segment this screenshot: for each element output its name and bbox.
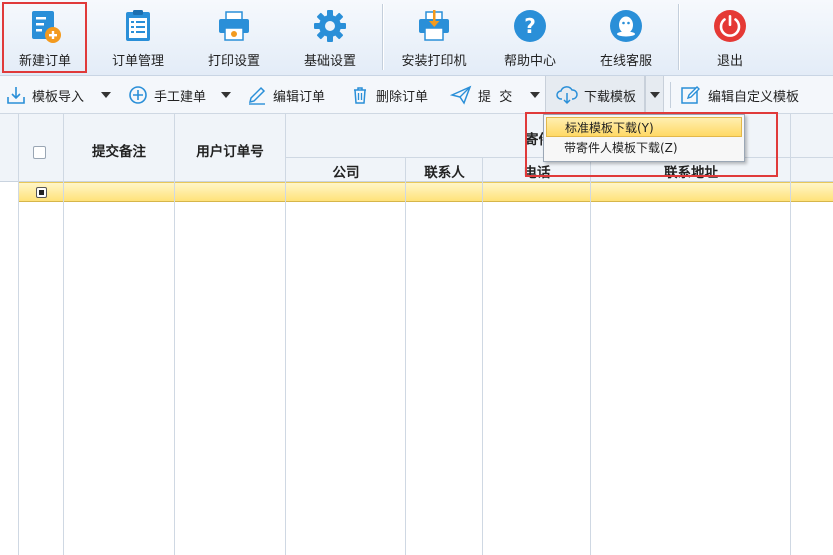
cloud-download-icon <box>556 86 578 105</box>
exit-label: 退出 <box>716 54 743 69</box>
edit-custom-template-button[interactable]: 编辑自定义模板 <box>680 76 799 114</box>
toolbar-separator <box>678 4 679 70</box>
column-divider <box>285 114 286 555</box>
pencil-icon <box>248 86 266 105</box>
column-header-contact[interactable]: 联系人 <box>406 161 483 181</box>
toolbar-separator <box>670 82 671 108</box>
import-icon <box>7 87 25 104</box>
gear-icon <box>312 8 348 44</box>
install-printer-button[interactable]: 安装打印机 <box>396 0 472 76</box>
column-divider <box>590 157 591 555</box>
action-toolbar: 模板导入 手工建单 编辑订单 删除订单 提 交 下载模板 编辑自定义模板 <box>0 76 833 114</box>
download-template-button[interactable]: 下载模板 <box>556 76 636 114</box>
submit-label: 提 交 <box>478 89 513 105</box>
print-settings-label: 打印设置 <box>207 54 260 69</box>
basic-settings-label: 基础设置 <box>303 54 356 69</box>
main-toolbar: 新建订单 订单管理 打印设置 基础设置 安装打印机 ? 帮助中心 在线客服 退出 <box>0 0 833 76</box>
help-center-button[interactable]: ? 帮助中心 <box>492 0 568 76</box>
online-service-label: 在线客服 <box>599 54 652 69</box>
filter-row <box>18 182 833 202</box>
submit-dropdown-arrow[interactable] <box>530 92 540 98</box>
chat-service-icon <box>608 8 644 44</box>
order-management-label: 订单管理 <box>111 54 164 69</box>
template-import-button[interactable]: 模板导入 <box>6 76 84 114</box>
edit-order-button[interactable]: 编辑订单 <box>247 76 325 114</box>
help-icon: ? <box>512 8 548 44</box>
column-divider <box>18 114 19 555</box>
manual-create-dropdown-arrow[interactable] <box>221 92 231 98</box>
filter-row-checkbox-mark <box>39 190 44 195</box>
edit-order-label: 编辑订单 <box>273 89 326 105</box>
filter-row-checkbox[interactable] <box>36 187 47 198</box>
manual-create-button[interactable]: 手工建单 <box>128 76 206 114</box>
manual-create-label: 手工建单 <box>154 89 207 105</box>
dropdown-highlight-box <box>525 112 778 177</box>
download-template-dropdown-arrow[interactable] <box>650 92 660 98</box>
edit-template-icon <box>681 86 700 104</box>
basic-settings-button[interactable]: 基础设置 <box>292 0 368 76</box>
power-icon <box>712 8 748 44</box>
column-divider <box>63 114 64 555</box>
order-management-button[interactable]: 订单管理 <box>100 0 176 76</box>
delete-order-label: 删除订单 <box>376 89 429 105</box>
paper-plane-icon <box>450 85 472 105</box>
column-divider <box>405 157 406 555</box>
svg-text:?: ? <box>524 14 536 38</box>
column-divider <box>790 114 791 555</box>
online-service-button[interactable]: 在线客服 <box>588 0 664 76</box>
printer-install-icon <box>416 8 452 44</box>
install-printer-label: 安装打印机 <box>401 54 467 69</box>
trash-icon <box>354 87 366 104</box>
orders-table: 提交备注 用户订单号 寄件 公司 联系人 电话 联系地址 <box>0 114 833 555</box>
column-divider <box>482 157 483 555</box>
help-center-label: 帮助中心 <box>503 54 556 69</box>
new-order-highlight-box <box>2 2 87 73</box>
exit-button[interactable]: 退出 <box>692 0 768 76</box>
print-settings-button[interactable]: 打印设置 <box>196 0 272 76</box>
toolbar-separator <box>382 4 383 70</box>
column-header-user-order-no[interactable]: 用户订单号 <box>175 140 285 160</box>
template-import-label: 模板导入 <box>32 89 85 105</box>
plus-circle-icon <box>129 86 147 104</box>
template-import-dropdown-arrow[interactable] <box>101 92 111 98</box>
delete-order-button[interactable]: 删除订单 <box>350 76 428 114</box>
select-all-checkbox[interactable] <box>33 146 46 159</box>
clipboard-icon <box>120 8 156 44</box>
column-header-company[interactable]: 公司 <box>286 161 406 181</box>
column-divider <box>174 114 175 555</box>
edit-custom-template-label: 编辑自定义模板 <box>708 89 800 105</box>
column-header-remark[interactable]: 提交备注 <box>64 140 174 160</box>
download-template-label: 下载模板 <box>584 89 637 105</box>
submit-button[interactable]: 提 交 <box>450 76 512 114</box>
printer-settings-icon <box>216 8 252 44</box>
